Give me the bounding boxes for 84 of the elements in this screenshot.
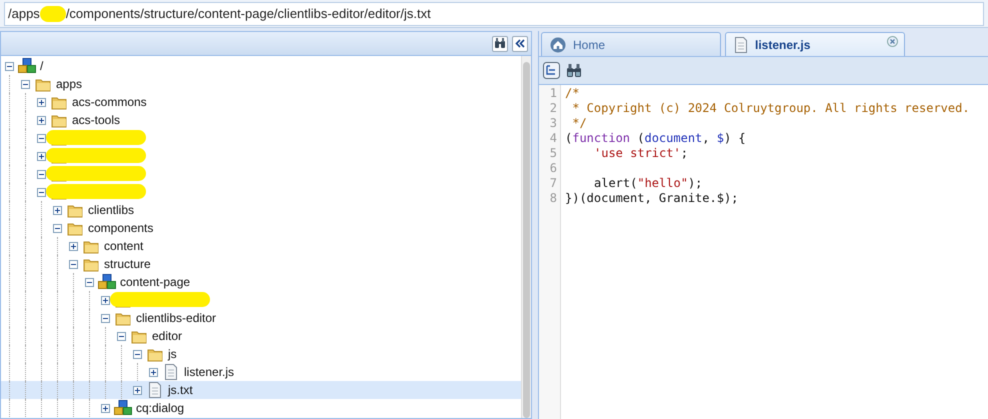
outline-icon [543, 62, 560, 79]
line-number: 4 [548, 133, 557, 147]
find-button[interactable] [566, 62, 582, 78]
tree-item[interactable]: cq:dialog [136, 399, 184, 417]
tree-item[interactable]: / [40, 57, 44, 75]
minus-box-icon[interactable] [116, 332, 126, 340]
path-text: /apps [8, 5, 40, 24]
home-icon [550, 36, 566, 52]
code-line: /* [565, 88, 580, 102]
line-number: 5 [548, 148, 557, 162]
tree-item[interactable]: components [88, 219, 154, 237]
plus-box-icon[interactable] [36, 98, 46, 106]
line-number: 1 [548, 88, 557, 102]
folder-icon [51, 112, 67, 128]
plus-box-icon[interactable] [100, 404, 110, 412]
document-icon [148, 382, 162, 398]
tab[interactable]: Home [541, 32, 721, 56]
line-number: 2 [548, 103, 557, 117]
tree-item[interactable]: content-page [120, 273, 190, 291]
tree-item[interactable]: apps [56, 75, 82, 93]
code-line: * Copyright (c) 2024 Colruytgroup. All rights reserved. [571, 103, 971, 117]
tree-item[interactable]: acs-commons [72, 93, 147, 111]
folder-icon [83, 238, 99, 254]
binoculars-icon [494, 38, 506, 49]
folder-icon [115, 310, 131, 326]
scrollbar-thumb[interactable] [523, 62, 530, 418]
plus-box-icon[interactable] [52, 206, 62, 214]
folder-icon [35, 76, 51, 92]
minus-box-icon[interactable] [68, 260, 78, 268]
code-line: 'use strict'; [593, 148, 689, 162]
path-field[interactable]: /apps /components/structure/content-page/clientlibs-editor/editor/js.txt [4, 2, 984, 26]
code-editor[interactable]: 1 2 3 4 5 6 7 8 /* * Copyright (c) 2024 Colruytgroup. All rights reserved. */ (function (document, $) { 'use strict'; alert("hello"); })(document, Granite.$); [539, 85, 988, 419]
folder-icon [67, 202, 83, 218]
minus-box-icon[interactable] [132, 350, 142, 358]
code-line: */ [571, 118, 588, 132]
cubes-icon [98, 274, 116, 290]
line-number: 6 [548, 163, 557, 177]
folder-icon [67, 220, 83, 236]
tab[interactable]: listener.js [725, 32, 905, 56]
line-number: 3 [548, 118, 557, 132]
line-number: 7 [548, 178, 557, 192]
plus-box-icon[interactable] [68, 242, 78, 250]
minus-box-icon[interactable] [20, 80, 30, 88]
tree-item[interactable]: editor [152, 327, 182, 345]
minus-box-icon[interactable] [84, 278, 94, 286]
cubes-icon [18, 58, 36, 74]
plus-box-icon[interactable] [36, 116, 46, 124]
minus-box-icon[interactable] [36, 188, 46, 196]
document-icon [164, 364, 178, 380]
double-chevron-icon [515, 39, 525, 48]
code-line: })(document, Granite.$); [565, 193, 740, 207]
scrollbar[interactable] [521, 56, 531, 418]
folder-icon [131, 328, 147, 344]
tree-item[interactable]: structure [104, 255, 151, 273]
collapse-button[interactable] [512, 36, 528, 52]
code-line: alert("hello"); [593, 178, 704, 192]
tree-item[interactable]: clientlibs-editor [136, 309, 216, 327]
folder-icon [147, 346, 163, 362]
plus-box-icon[interactable] [148, 368, 158, 376]
plus-box-icon[interactable] [132, 386, 142, 394]
line-number: 8 [548, 193, 557, 207]
plus-box-icon[interactable] [36, 152, 46, 160]
minus-box-icon[interactable] [36, 170, 46, 178]
minus-box-icon[interactable] [52, 224, 62, 232]
path-text: /components/structure/content-page/clientlibs-editor/editor/js.txt [66, 5, 431, 24]
tree-item[interactable]: js [168, 345, 177, 363]
tree-item[interactable]: clientlibs [88, 201, 134, 219]
tree-item[interactable]: listener.js [184, 363, 234, 381]
search-button[interactable] [492, 36, 508, 52]
close-icon[interactable] [887, 36, 898, 47]
binoculars-icon [566, 63, 582, 78]
tree-item[interactable]: acs-tools [72, 111, 120, 129]
outline-button[interactable] [543, 62, 560, 79]
tree-item[interactable]: js.txt [168, 381, 193, 399]
tree-item[interactable]: content [104, 237, 144, 255]
document-icon [734, 36, 748, 52]
folder-icon [51, 94, 67, 110]
minus-box-icon[interactable] [36, 134, 46, 142]
plus-box-icon[interactable] [100, 296, 110, 304]
minus-box-icon[interactable] [100, 314, 110, 322]
minus-box-icon[interactable] [4, 62, 14, 70]
cubes-icon [114, 400, 132, 416]
folder-icon [83, 256, 99, 272]
code-line: (function (document, $) { [565, 133, 747, 147]
